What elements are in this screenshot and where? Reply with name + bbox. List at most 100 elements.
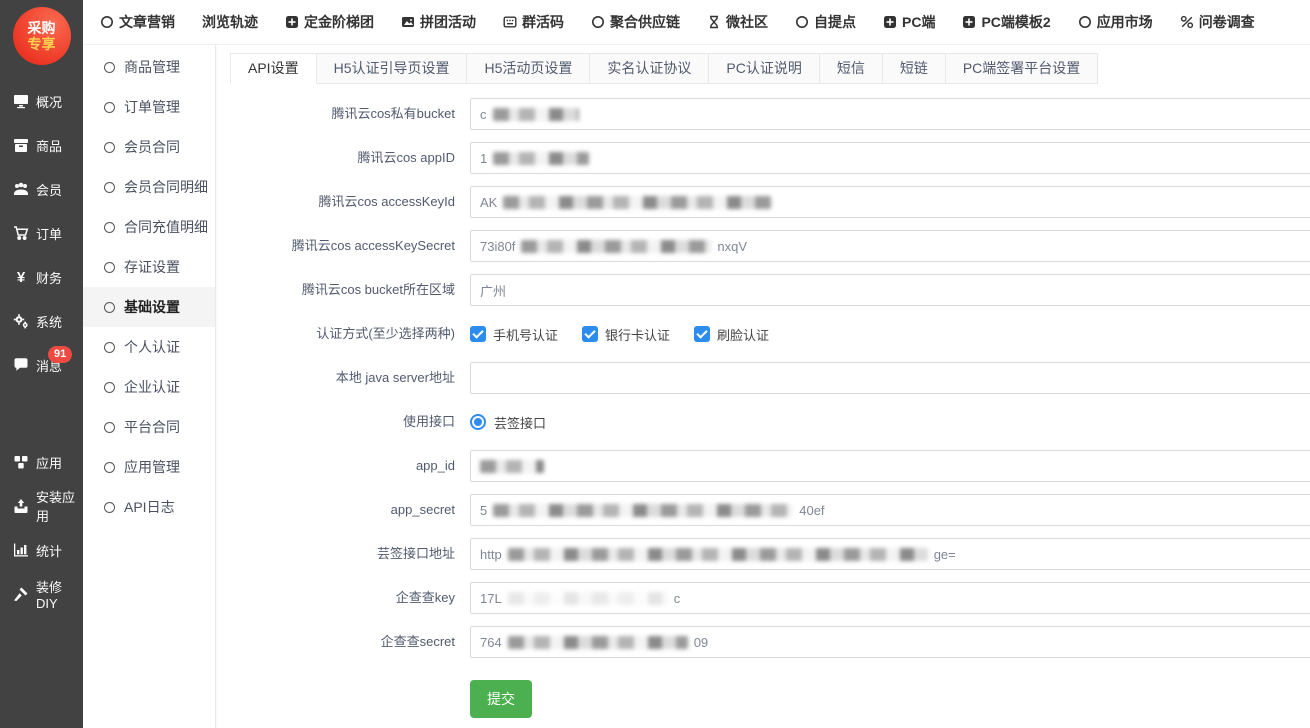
submenu-item-label: 个人认证 — [124, 337, 180, 357]
form-row: 认证方式(至少选择两种) 手机号认证 银行卡认证 刷脸认证 — [216, 318, 1310, 350]
sidebar-item-overview[interactable]: 概况 — [0, 79, 83, 123]
tab-realname-agreement[interactable]: 实名认证协议 — [590, 53, 709, 84]
logo-line2: 专享 — [28, 36, 56, 52]
app-secret-input[interactable]: 5 40ef — [470, 494, 1310, 526]
sidebar-item-decorate-diy[interactable]: 装修DIY — [0, 572, 83, 616]
yunqian-api-url-input[interactable]: http ge= — [470, 538, 1310, 570]
access-key-id-input[interactable]: AK — [470, 186, 1310, 218]
nav-item-pc[interactable]: PC端 — [883, 12, 935, 32]
submenu-item-label: 会员合同 — [124, 137, 180, 157]
sidebar-item-apps[interactable]: 应用 — [0, 440, 83, 484]
nav-item-browse-track[interactable]: 浏览轨迹 — [202, 12, 258, 32]
tab-h5-auth-guide[interactable]: H5认证引导页设置 — [317, 53, 468, 84]
submenu-item-evidence-settings[interactable]: 存证设置 — [83, 247, 215, 287]
form-row: app_id — [216, 450, 1310, 482]
nav-item-supply-chain[interactable]: 聚合供应链 — [591, 12, 680, 32]
settings-tab-bar: API设置 H5认证引导页设置 H5活动页设置 实名认证协议 PC认证说明 短信… — [230, 53, 1310, 84]
sidebar-item-goods[interactable]: 商品 — [0, 123, 83, 167]
java-server-input[interactable] — [470, 362, 1310, 394]
redacted-value — [493, 152, 589, 165]
form-row: 使用接口 芸签接口 — [216, 406, 1310, 438]
checkbox-bankcard-auth[interactable]: 银行卡认证 — [582, 325, 670, 344]
circle-icon — [104, 422, 115, 433]
logo-line1: 采购 — [28, 20, 56, 36]
tab-pc-sign-platform[interactable]: PC端签署平台设置 — [946, 53, 1098, 84]
value-prefix: 1 — [480, 151, 487, 166]
field-label: 腾讯云cos accessKeySecret — [216, 230, 470, 262]
field-label: 腾讯云cos私有bucket — [216, 98, 470, 130]
sidebar-item-system[interactable]: 系统 — [0, 299, 83, 343]
radio-yunqian-interface[interactable]: 芸签接口 — [470, 413, 546, 432]
sidebar-item-label: 装修DIY — [36, 577, 83, 611]
submenu-item-app-manage[interactable]: 应用管理 — [83, 447, 215, 487]
sidebar-item-messages[interactable]: 消息 91 — [0, 343, 83, 387]
sidebar-item-label: 安装应用 — [36, 487, 83, 525]
appid-input[interactable]: 1 — [470, 142, 1310, 174]
tab-h5-activity[interactable]: H5活动页设置 — [467, 53, 590, 84]
circle-icon — [104, 302, 115, 313]
nav-item-label: 文章营销 — [119, 12, 175, 32]
field-label: 使用接口 — [216, 406, 470, 438]
region-input[interactable]: 广州 — [470, 274, 1310, 306]
sidebar-item-orders[interactable]: 订单 — [0, 211, 83, 255]
checkbox-label: 手机号认证 — [493, 325, 558, 344]
circle-icon — [1078, 15, 1092, 29]
field-label: 腾讯云cos accessKeyId — [216, 186, 470, 218]
submit-button[interactable]: 提交 — [470, 680, 532, 718]
submenu-item-contract-recharge-detail[interactable]: 合同充值明细 — [83, 207, 215, 247]
submenu-item-api-log[interactable]: API日志 — [83, 487, 215, 527]
app-id-input[interactable] — [470, 450, 1310, 482]
sidebar-item-stats[interactable]: 统计 — [0, 528, 83, 572]
value-suffix: c — [674, 591, 681, 606]
submenu-item-basic-settings[interactable]: 基础设置 — [83, 287, 215, 327]
checkbox-face-auth[interactable]: 刷脸认证 — [694, 325, 769, 344]
value-suffix: 40ef — [799, 503, 824, 518]
nav-item-article-marketing[interactable]: 文章营销 — [100, 12, 175, 32]
redacted-value — [493, 504, 793, 517]
top-navbar: 文章营销 浏览轨迹 定金阶梯团 拼团活动 群活码 聚合供应链 微社区 自提点 P… — [83, 0, 1310, 45]
nav-item-group-activity[interactable]: 拼团活动 — [401, 12, 476, 32]
sidebar-item-install-apps[interactable]: 安装应用 — [0, 484, 83, 528]
tab-short-link[interactable]: 短链 — [883, 53, 946, 84]
form-row: 腾讯云cos accessKeySecret 73i80f nxqV — [216, 230, 1310, 262]
submenu-item-order-manage[interactable]: 订单管理 — [83, 87, 215, 127]
nav-item-group-qr-code[interactable]: 群活码 — [503, 12, 564, 32]
sidebar-item-label: 订单 — [36, 224, 62, 243]
field-label: 腾讯云cos bucket所在区域 — [216, 274, 470, 306]
sidebar-item-members[interactable]: 会员 — [0, 167, 83, 211]
nav-item-survey[interactable]: 问卷调查 — [1180, 12, 1255, 32]
primary-nav: 概况 商品 会员 订单 ¥ 财务 系统 消息 91 应用 — [0, 79, 83, 616]
plus-square-icon — [962, 15, 976, 29]
value-prefix: AK — [480, 195, 497, 210]
radio-selected-icon — [470, 414, 486, 430]
checkbox-phone-auth[interactable]: 手机号认证 — [470, 325, 558, 344]
circle-icon — [104, 182, 115, 193]
value-prefix: 73i80f — [480, 239, 515, 254]
submenu-item-enterprise-auth[interactable]: 企业认证 — [83, 367, 215, 407]
submenu-item-personal-auth[interactable]: 个人认证 — [83, 327, 215, 367]
tab-sms[interactable]: 短信 — [820, 53, 883, 84]
nav-item-app-market[interactable]: 应用市场 — [1078, 12, 1153, 32]
circle-icon — [104, 142, 115, 153]
submenu-item-member-contract-detail[interactable]: 会员合同明细 — [83, 167, 215, 207]
submenu-item-goods-manage[interactable]: 商品管理 — [83, 47, 215, 87]
nav-item-pc-template2[interactable]: PC端模板2 — [962, 12, 1050, 32]
qichacha-secret-input[interactable]: 764 09 — [470, 626, 1310, 658]
goods-icon — [13, 137, 29, 153]
submenu-item-platform-contract[interactable]: 平台合同 — [83, 407, 215, 447]
app-logo[interactable]: 采购 专享 — [13, 7, 71, 65]
access-key-secret-input[interactable]: 73i80f nxqV — [470, 230, 1310, 262]
nav-item-deposit-ladder-group[interactable]: 定金阶梯团 — [285, 12, 374, 32]
message-icon — [13, 357, 29, 373]
sidebar-item-finance[interactable]: ¥ 财务 — [0, 255, 83, 299]
bucket-input[interactable]: c — [470, 98, 1310, 130]
circle-icon — [104, 102, 115, 113]
qichacha-key-input[interactable]: 17L c — [470, 582, 1310, 614]
redacted-value — [508, 636, 688, 649]
nav-item-pickup-point[interactable]: 自提点 — [795, 12, 856, 32]
submenu-item-member-contract[interactable]: 会员合同 — [83, 127, 215, 167]
field-label: 芸签接口地址 — [216, 538, 470, 570]
nav-item-micro-community[interactable]: 微社区 — [707, 12, 768, 32]
tab-pc-auth-notes[interactable]: PC认证说明 — [709, 53, 819, 84]
tab-api-settings[interactable]: API设置 — [230, 53, 317, 84]
